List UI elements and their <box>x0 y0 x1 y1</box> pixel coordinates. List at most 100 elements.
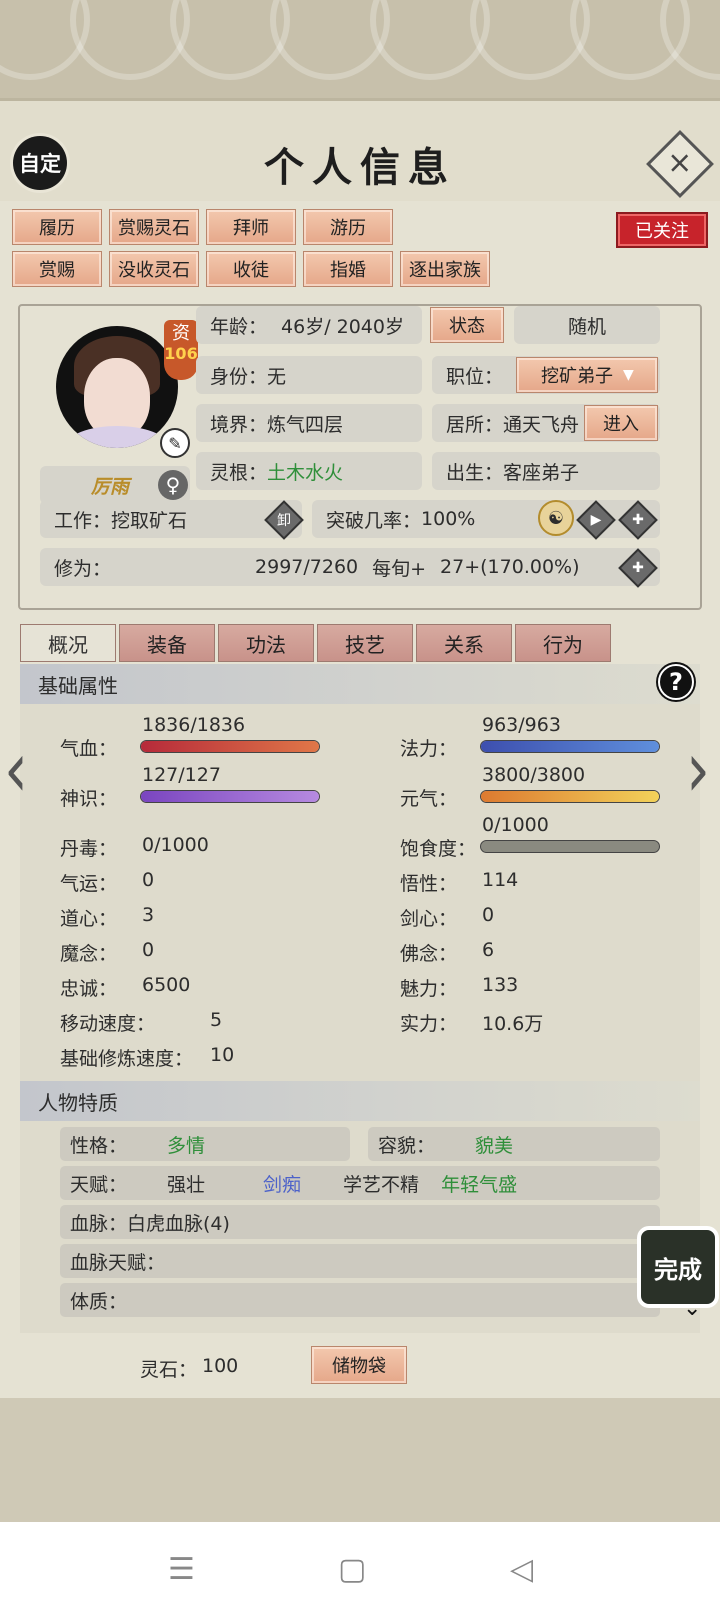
bloodline-row: 血脉： 白虎血脉(4) <box>60 1205 660 1239</box>
monian-label: 魔念： <box>60 943 118 965</box>
loyalty-label: 忠诚： <box>60 978 118 1000</box>
meditate-icon[interactable]: ☯ <box>538 500 574 536</box>
prev-arrow-icon[interactable]: ‹ <box>4 725 28 816</box>
tab-equipment[interactable]: 装备 <box>119 624 215 662</box>
tab-arts[interactable]: 技艺 <box>317 624 413 662</box>
strength-value: 10.6万 <box>482 1013 544 1035</box>
charm-value: 133 <box>482 974 519 996</box>
fali-value: 963/963 <box>482 714 561 736</box>
jianxin-value: 0 <box>482 904 495 926</box>
monian-value: 0 <box>142 939 155 961</box>
edit-pen-icon[interactable]: ✎ <box>160 428 190 458</box>
history-button[interactable]: 履历 <box>12 209 102 245</box>
tab-overview[interactable]: 概况 <box>20 624 116 662</box>
bloodline-value: 白虎血脉(4) <box>127 1212 230 1235</box>
yuanqi-bar <box>480 790 660 803</box>
per-turn-label: 每旬+ <box>372 557 427 580</box>
cultivate-speed-value: 10 <box>210 1044 235 1066</box>
female-icon: ♀ <box>158 470 188 500</box>
take-disciple-button[interactable]: 收徒 <box>206 251 296 287</box>
shenshi-value: 127/127 <box>142 764 221 786</box>
per-turn-value: 27+(170.00%) <box>440 556 580 578</box>
daoxin-value: 3 <box>142 904 155 926</box>
menu-icon[interactable]: ☰ <box>168 1552 195 1587</box>
random-button[interactable]: 随机 <box>514 306 660 344</box>
yuanqi-label: 元气： <box>400 788 458 810</box>
close-icon: × <box>667 145 693 181</box>
help-button[interactable]: ? <box>658 664 694 700</box>
fonian-value: 6 <box>482 939 495 961</box>
age-value: 46岁/ 2040岁 <box>281 315 404 338</box>
shenshi-bar <box>140 790 320 803</box>
fonian-label: 佛念： <box>400 943 458 965</box>
home-icon[interactable]: ▢ <box>338 1552 366 1587</box>
personality-row: 性格： 多情 <box>60 1127 350 1161</box>
position-label: 职位： <box>446 365 504 388</box>
chevron-down-icon: ▼ <box>623 367 634 383</box>
tab-skills[interactable]: 功法 <box>218 624 314 662</box>
bloodline-talent-label: 血脉天赋： <box>70 1251 166 1274</box>
qixue-label: 气血： <box>60 738 118 760</box>
bloodline-label: 血脉： <box>70 1212 128 1235</box>
breakthrough-value: 100% <box>421 508 476 530</box>
talent-item: 剑痴 <box>263 1173 302 1196</box>
breakthrough-label: 突破几率： <box>326 509 422 532</box>
yuanqi-value: 3800/3800 <box>482 764 586 786</box>
avatar <box>56 326 178 448</box>
baoshi-bar <box>480 840 660 853</box>
unload-label: 卸 <box>277 513 291 529</box>
baoshi-value: 0/1000 <box>482 814 549 836</box>
talent-row: 天赋： 强壮 剑痴 学艺不精 年轻气盛 <box>60 1166 660 1200</box>
aptitude-label: 资 <box>172 323 190 344</box>
reward-stone-button[interactable]: 赏赐灵石 <box>109 209 199 245</box>
qiyun-label: 气运： <box>60 873 118 895</box>
talent-label: 天赋： <box>70 1173 128 1196</box>
status-button[interactable]: 状态 <box>430 307 504 343</box>
work-value: 挖取矿石 <box>111 509 188 532</box>
position-value: 挖矿弟子 <box>541 366 613 387</box>
expel-button[interactable]: 逐出家族 <box>400 251 490 287</box>
cultivation-label: 修为： <box>54 557 112 580</box>
travel-button[interactable]: 游历 <box>303 209 393 245</box>
birth-value: 客座弟子 <box>503 461 580 484</box>
wuxing-label: 悟性： <box>400 873 458 895</box>
aptitude-badge: 资 106 <box>164 320 198 380</box>
done-button[interactable]: 完成 <box>637 1226 719 1308</box>
dandu-label: 丹毒： <box>60 838 118 860</box>
looks-label: 容貌： <box>378 1134 436 1157</box>
storage-bag-button[interactable]: 储物袋 <box>311 1346 407 1384</box>
reward-button[interactable]: 赏赐 <box>12 251 102 287</box>
work-label: 工作： <box>54 509 112 532</box>
tab-behavior[interactable]: 行为 <box>515 624 611 662</box>
looks-value: 貌美 <box>475 1134 514 1157</box>
root-value: 土木水火 <box>267 461 344 484</box>
spirit-stone-label: 灵石： <box>140 1359 198 1381</box>
follow-badge[interactable]: 已关注 <box>616 212 708 248</box>
residence-value: 通天飞舟 <box>503 413 580 436</box>
talent-item: 强壮 <box>167 1173 206 1196</box>
section-basic: 基础属性 <box>20 664 700 704</box>
cultivate-speed-label: 基础修炼速度： <box>60 1048 194 1070</box>
dandu-value: 0/1000 <box>142 834 209 856</box>
auto-button[interactable]: 自定 <box>13 136 67 190</box>
looks-row: 容貌： 貌美 <box>368 1127 660 1161</box>
loyalty-value: 6500 <box>142 974 191 996</box>
qixue-bar <box>140 740 320 753</box>
confiscate-stone-button[interactable]: 没收灵石 <box>109 251 199 287</box>
back-icon[interactable]: ◁ <box>510 1552 533 1587</box>
arrange-marriage-button[interactable]: 指婚 <box>303 251 393 287</box>
next-arrow-icon[interactable]: › <box>686 725 710 816</box>
qixue-value: 1836/1836 <box>142 714 246 736</box>
wuxing-value: 114 <box>482 869 519 891</box>
enter-button[interactable]: 进入 <box>584 405 658 441</box>
qiyun-value: 0 <box>142 869 155 891</box>
tab-relations[interactable]: 关系 <box>416 624 512 662</box>
physique-row: 体质： <box>60 1283 660 1317</box>
page-title: 个人信息 <box>264 144 456 191</box>
cultivation-value: 2997/7260 <box>255 556 359 578</box>
strength-label: 实力： <box>400 1013 458 1035</box>
personality-value: 多情 <box>167 1134 206 1157</box>
apprentice-button[interactable]: 拜师 <box>206 209 296 245</box>
baoshi-label: 饱食度： <box>400 838 477 860</box>
position-dropdown[interactable]: 挖矿弟子 ▼ <box>516 357 658 393</box>
